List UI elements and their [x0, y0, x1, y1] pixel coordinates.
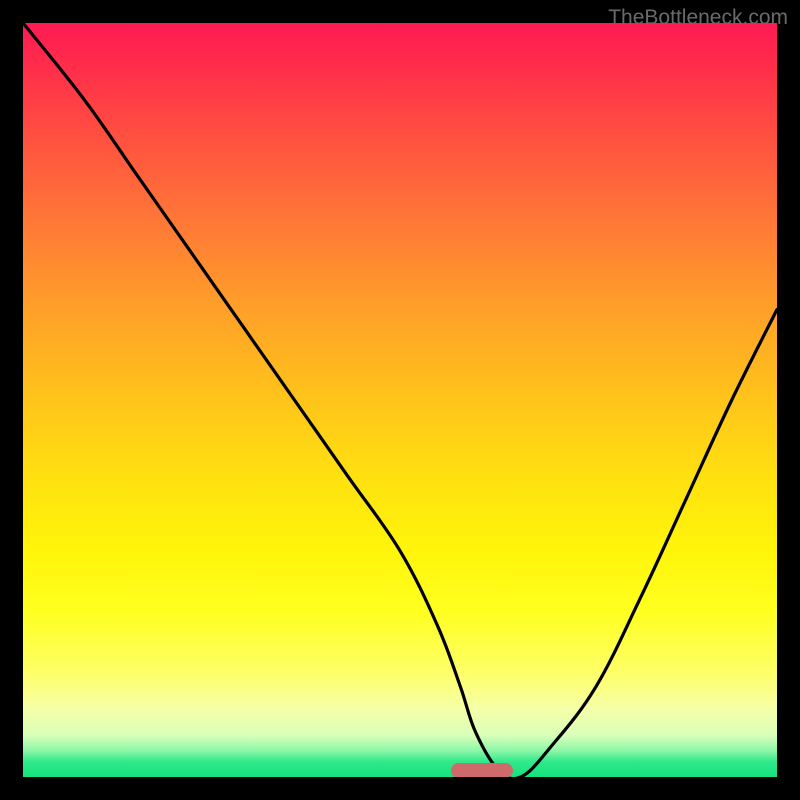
bottleneck-curve	[23, 23, 777, 777]
watermark-text: TheBottleneck.com	[608, 6, 788, 30]
optimum-marker	[451, 763, 513, 777]
chart-plot-area	[23, 23, 777, 777]
